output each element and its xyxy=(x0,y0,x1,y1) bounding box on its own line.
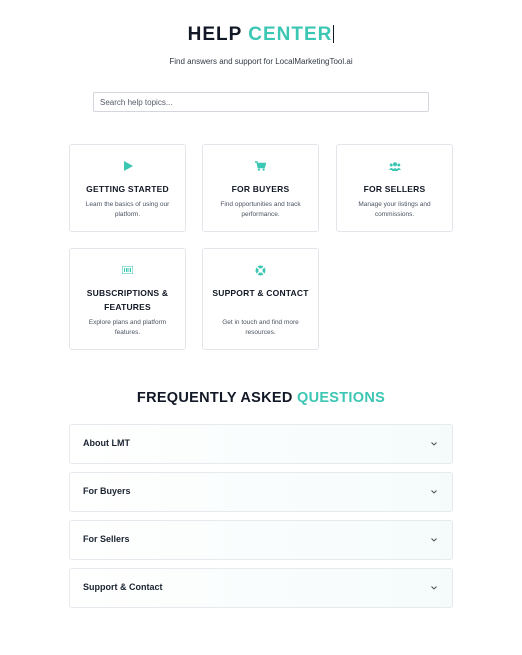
faq-heading-accent: QUESTIONS xyxy=(296,390,386,406)
page-title-main: HELP xyxy=(187,24,242,45)
faq-heading-main: FREQUENTLY ASKED xyxy=(136,390,293,406)
category-card-subscriptions[interactable]: SUBSCRIPTIONS & FEATURES Explore plans a… xyxy=(69,248,186,350)
category-description: Learn the basics of using our platform. xyxy=(85,201,170,218)
category-card-support-contact[interactable]: SUPPORT & CONTACT Get in touch and find … xyxy=(202,248,319,350)
category-title: GETTING STARTED xyxy=(86,184,169,194)
search-input[interactable] xyxy=(93,92,429,112)
barcode-icon xyxy=(70,263,185,277)
category-card-for-buyers[interactable]: FOR BUYERS Find opportunities and track … xyxy=(202,144,319,232)
faq-item-about-lmt[interactable]: About LMT xyxy=(69,424,453,464)
category-description: Explore plans and platform features. xyxy=(88,319,167,336)
cart-icon xyxy=(203,159,318,173)
category-description: Get in touch and find more resources. xyxy=(222,319,299,336)
page-title-accent: CENTER xyxy=(248,24,333,45)
chevron-down-icon xyxy=(429,535,439,545)
category-card-for-sellers[interactable]: FOR SELLERS Manage your listings and com… xyxy=(336,144,453,232)
chevron-down-icon xyxy=(429,583,439,593)
category-title: FOR SELLERS xyxy=(363,184,426,194)
faq-item-label: Support & Contact xyxy=(83,582,163,592)
category-title: FOR BUYERS xyxy=(231,184,290,194)
chevron-down-icon xyxy=(429,487,439,497)
users-icon xyxy=(337,159,452,173)
text-cursor xyxy=(333,25,335,43)
faq-item-for-sellers[interactable]: For Sellers xyxy=(69,520,453,560)
play-icon xyxy=(70,159,185,173)
category-title: SUBSCRIPTIONS & FEATURES xyxy=(86,288,169,312)
page-title: HELP CENTER xyxy=(0,24,522,46)
faq-heading: FREQUENTLY ASKED QUESTIONS xyxy=(0,390,522,406)
faq-item-label: About LMT xyxy=(83,438,130,448)
lifebuoy-icon xyxy=(203,263,318,277)
category-description: Find opportunities and track performance… xyxy=(220,201,301,218)
category-description: Manage your listings and commissions. xyxy=(358,201,431,218)
faq-item-label: For Buyers xyxy=(83,486,131,496)
faq-item-label: For Sellers xyxy=(83,534,130,544)
faq-item-for-buyers[interactable]: For Buyers xyxy=(69,472,453,512)
faq-item-support-contact[interactable]: Support & Contact xyxy=(69,568,453,608)
category-title: SUPPORT & CONTACT xyxy=(212,288,309,298)
category-card-getting-started[interactable]: GETTING STARTED Learn the basics of usin… xyxy=(69,144,186,232)
chevron-down-icon xyxy=(429,439,439,449)
page-subtitle: Find answers and support for LocalMarket… xyxy=(169,57,353,66)
